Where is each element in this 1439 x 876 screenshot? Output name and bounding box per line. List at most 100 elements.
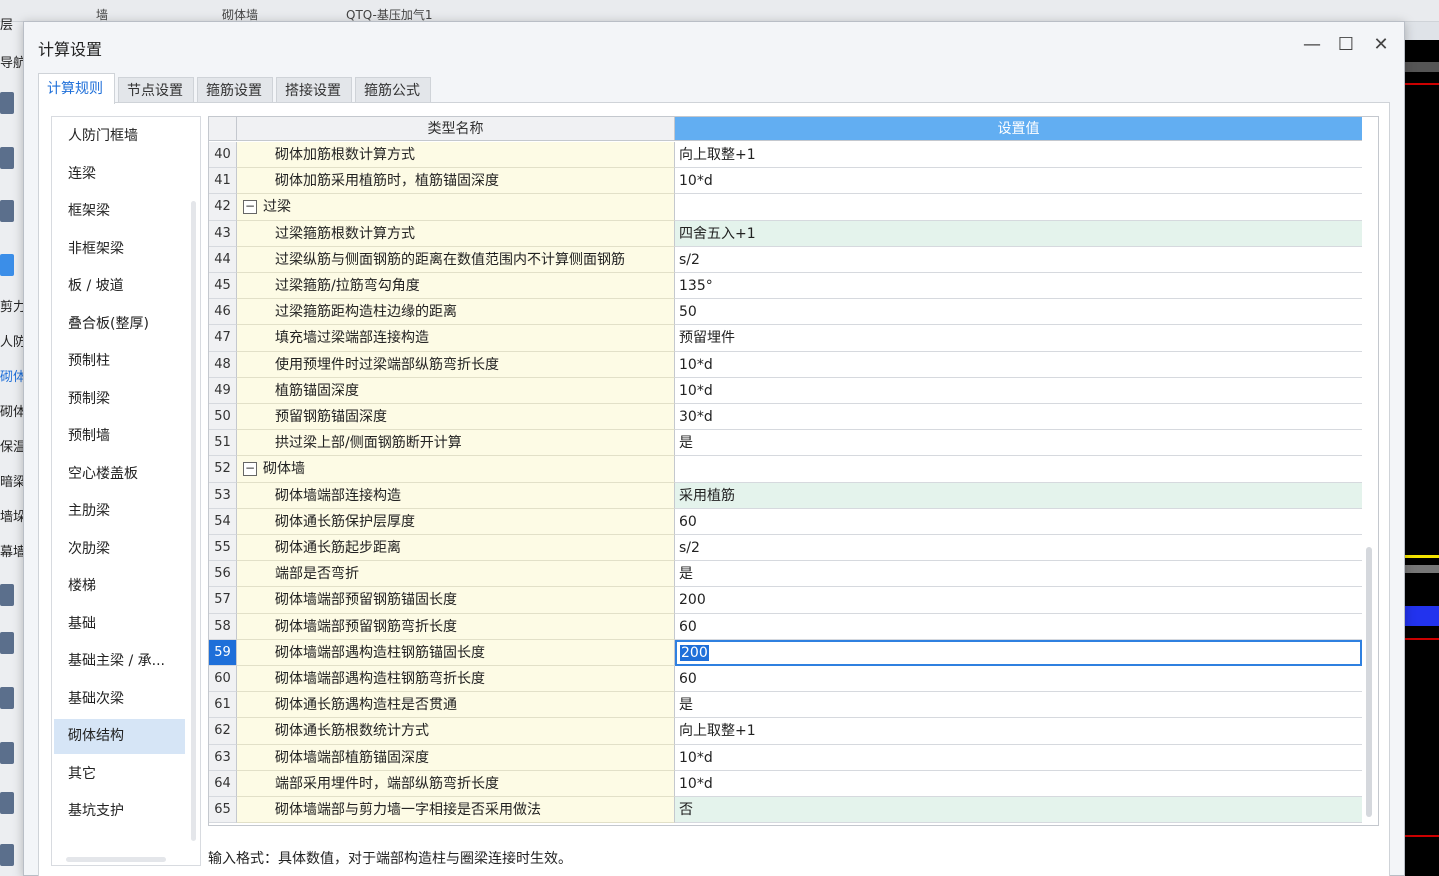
setting-value-cell[interactable]: 向上取整+1 [675,142,1362,169]
custom-tool-icon[interactable] [0,792,14,814]
setting-value-cell[interactable]: 135° [675,273,1362,300]
type-name-header[interactable]: 类型名称 [237,117,675,141]
category-item[interactable]: 主肋梁 [54,494,185,529]
category-item[interactable]: 非框架梁 [54,232,185,267]
category-item-selected[interactable]: 砌体结构 [54,719,185,754]
table-row[interactable]: 41 砌体加筋采用植筋时，植筋锚固深度 10*d [209,168,1362,195]
setting-value-cell[interactable]: 10*d [675,168,1362,195]
table-row[interactable]: 51 拱过梁上部/侧面钢筋断开计算 是 [209,430,1362,457]
setting-value-cell[interactable]: 10*d [675,770,1362,797]
category-vertical-scrollbar[interactable] [191,201,196,841]
tab-lap-settings[interactable]: 搭接设置 [276,77,352,103]
setting-value-cell[interactable]: 是 [675,561,1362,588]
category-item[interactable]: 基础次梁 [54,682,185,717]
table-row[interactable]: 63 砌体墙端部植筋锚固深度 10*d [209,744,1362,771]
row-number: 62 [209,718,237,745]
table-row[interactable]: 54 砌体通长筋保护层厚度 60 [209,508,1362,535]
other-tool-icon[interactable] [0,742,14,764]
table-row[interactable]: 64 端部采用埋件时，端部纵筋弯折长度 10*d [209,770,1362,797]
setting-value-cell[interactable]: 10*d [675,351,1362,378]
category-item[interactable]: 基础主梁 / 承... [54,644,185,679]
setting-value-cell[interactable]: 10*d [675,377,1362,404]
table-row[interactable]: 59 砌体墙端部遇构造柱钢筋锚固长度 200 [209,639,1362,666]
table-row[interactable]: 58 砌体墙端部预留钢筋弯折长度 60 [209,613,1362,640]
setting-value-cell[interactable]: 50 [675,299,1362,326]
wall-tool-icon[interactable] [0,92,14,114]
category-item[interactable]: 楼梯 [54,569,185,604]
group-row[interactable]: 52− 砌体墙 [209,456,1362,483]
type-name-cell: 过梁纵筋与侧面钢筋的距离在数值范围内不计算侧面钢筋 [237,246,675,273]
category-item[interactable]: 其它 [54,757,185,792]
setting-value-cell[interactable]: 是 [675,692,1362,719]
setting-value-editor[interactable]: 200 [675,639,1362,666]
setting-value-cell[interactable]: s/2 [675,246,1362,273]
setting-value-cell[interactable] [675,194,1362,221]
grid-vertical-scrollbar[interactable] [1366,547,1372,817]
setting-value-cell[interactable]: s/2 [675,535,1362,562]
category-item[interactable]: 次肋梁 [54,532,185,567]
group-row[interactable]: 42− 过梁 [209,194,1362,221]
category-item[interactable]: 板 / 坡道 [54,269,185,304]
tab-node-settings[interactable]: 节点设置 [118,77,194,103]
table-row[interactable]: 45 过梁箍筋/拉筋弯勾角度 135° [209,273,1362,300]
setting-value-cell[interactable]: 四舍五入+1 [675,220,1362,247]
table-row[interactable]: 60 砌体墙端部遇构造柱钢筋弯折长度 60 [209,666,1362,693]
setting-value-header[interactable]: 设置值 [675,117,1362,141]
setting-value-cell[interactable]: 预留埋件 [675,325,1362,352]
tab-stirrup-formula[interactable]: 箍筋公式 [355,77,431,103]
category-item[interactable]: 基础 [54,607,185,642]
setting-value-cell[interactable]: 30*d [675,404,1362,431]
selected-value-text[interactable]: 200 [680,644,709,661]
table-row[interactable]: 53 砌体墙端部连接构造 采用植筋 [209,482,1362,509]
more-tool-icon[interactable] [0,844,14,866]
table-row[interactable]: 46 过梁箍筋距构造柱边缘的距离 50 [209,299,1362,326]
category-item[interactable]: 框架梁 [54,194,185,229]
table-row[interactable]: 40 砌体加筋根数计算方式 向上取整+1 [209,142,1362,169]
type-name-cell: 砌体墙端部预留钢筋锚固长度 [237,587,675,614]
setting-value-cell[interactable]: 是 [675,430,1362,457]
slab-tool-icon[interactable] [0,584,14,606]
setting-value-cell[interactable]: 200 [675,587,1362,614]
table-row[interactable]: 55 砌体通长筋起步距离 s/2 [209,535,1362,562]
category-item[interactable]: 预制墙 [54,419,185,454]
table-row[interactable]: 47 填充墙过梁端部连接构造 预留埋件 [209,325,1362,352]
setting-value-cell[interactable]: 向上取整+1 [675,718,1362,745]
setting-value-cell[interactable]: 否 [675,797,1362,824]
setting-value-cell[interactable]: 采用植筋 [675,482,1362,509]
table-row[interactable]: 61 砌体通长筋遇构造柱是否贯通 是 [209,692,1362,719]
table-row[interactable]: 57 砌体墙端部预留钢筋锚固长度 200 [209,587,1362,614]
table-row[interactable]: 65 砌体墙端部与剪力墙一字相接是否采用做法 否 [209,797,1362,824]
tab-stirrup-settings[interactable]: 箍筋设置 [197,77,273,103]
table-row[interactable]: 48 使用预埋件时过梁端部纵筋弯折长度 10*d [209,351,1362,378]
category-item[interactable]: 空心楼盖板 [54,457,185,492]
table-row[interactable]: 49 植筋锚固深度 10*d [209,377,1362,404]
table-row[interactable]: 50 预留钢筋锚固深度 30*d [209,404,1362,431]
maximize-button[interactable]: ☐ [1332,32,1360,58]
setting-value-cell[interactable]: 60 [675,613,1362,640]
category-item[interactable]: 连梁 [54,157,185,192]
category-item[interactable]: 预制柱 [54,344,185,379]
foundation-tool-icon[interactable] [0,687,14,709]
beam-tool-icon[interactable] [0,200,14,222]
table-row[interactable]: 62 砌体通长筋根数统计方式 向上取整+1 [209,718,1362,745]
column-tool-icon[interactable] [0,147,14,169]
category-item[interactable]: 叠合板(整厚) [54,307,185,342]
collapse-toggle-icon[interactable]: − [243,462,257,477]
stair-tool-icon[interactable] [0,632,14,654]
table-row[interactable]: 44 过梁纵筋与侧面钢筋的距离在数值范围内不计算侧面钢筋 s/2 [209,246,1362,273]
category-item[interactable]: 人防门框墙 [54,119,185,154]
category-item[interactable]: 预制梁 [54,382,185,417]
setting-value-cell[interactable]: 60 [675,666,1362,693]
setting-value-cell[interactable] [675,456,1362,483]
category-horizontal-scrollbar[interactable] [66,857,166,862]
tab-calc-rules[interactable]: 计算规则 [38,73,115,104]
table-row[interactable]: 56 端部是否弯折 是 [209,561,1362,588]
masonry-tool-icon[interactable] [0,254,14,276]
close-button[interactable]: ✕ [1367,32,1395,58]
category-item[interactable]: 基坑支护 [54,794,185,829]
minimize-button[interactable]: — [1298,32,1326,58]
table-row[interactable]: 43 过梁箍筋根数计算方式 四舍五入+1 [209,220,1362,247]
setting-value-cell[interactable]: 10*d [675,744,1362,771]
collapse-toggle-icon[interactable]: − [243,200,257,215]
setting-value-cell[interactable]: 60 [675,508,1362,535]
